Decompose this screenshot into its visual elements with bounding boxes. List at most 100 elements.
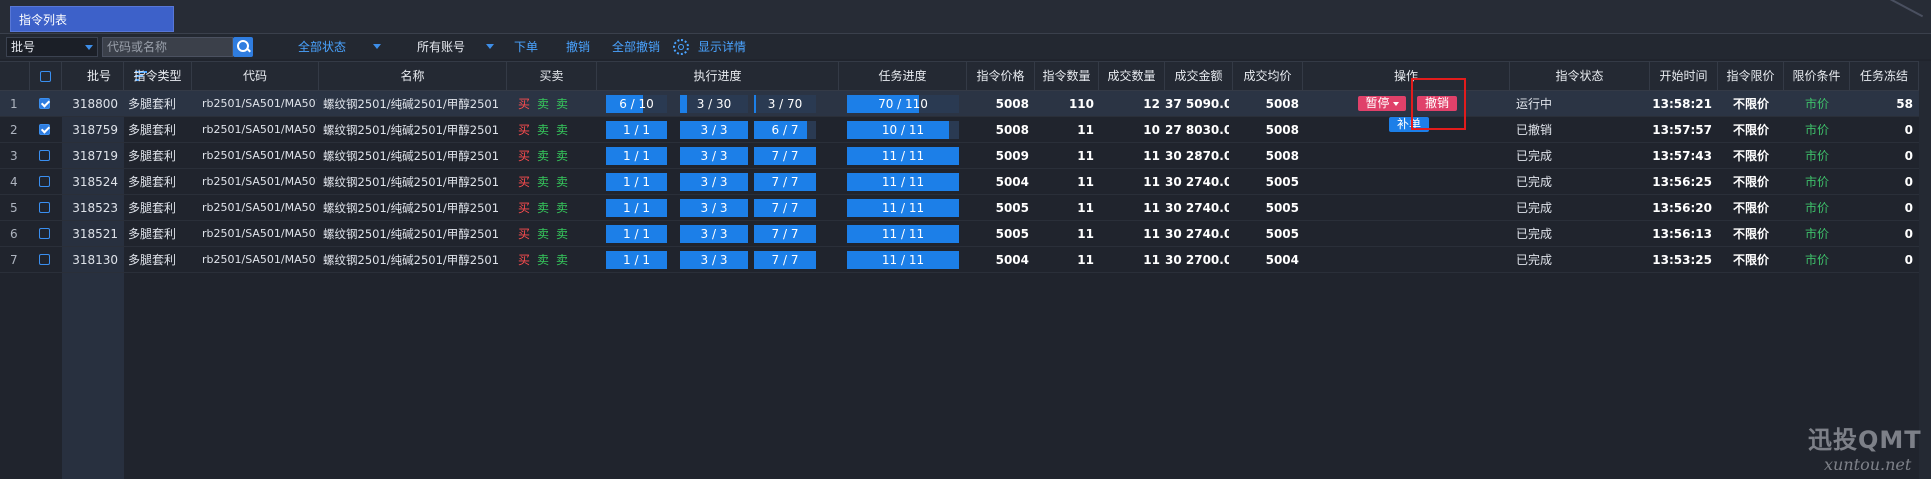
exec-progress-label: 1 / 1 <box>623 227 650 241</box>
tab-order-list[interactable]: 指令列表 <box>10 6 174 32</box>
row-checkbox[interactable] <box>39 150 50 161</box>
limit-price: 不限价 <box>1732 149 1769 163</box>
order-type: 多腿套利 <box>128 253 177 267</box>
filled-qty: 11 <box>1143 175 1160 189</box>
row-checkbox[interactable] <box>39 176 50 187</box>
order-table: 批号 指令类型 代码 名称 买卖 执行进度 任务进度 指令价格 指令数量 成交数… <box>0 61 1931 479</box>
cancel-button[interactable]: 撤销 <box>566 37 590 57</box>
table-row[interactable]: 6 318521 多腿套利 rb2501/SA501/MA501 螺纹钢2501/纯碱2… <box>0 221 1931 247</box>
filled-amount: 27 8030.0 <box>1165 123 1229 137</box>
account-filter-chevron-icon[interactable] <box>486 44 494 49</box>
search-button[interactable] <box>233 37 253 57</box>
scrollbar[interactable] <box>1919 61 1931 479</box>
cancel-all-button[interactable]: 全部撤销 <box>612 37 660 57</box>
row-checkbox[interactable] <box>39 254 50 265</box>
table-header: 批号 指令类型 代码 名称 买卖 执行进度 任务进度 指令价格 指令数量 成交数… <box>0 61 1931 92</box>
header-limit-condition[interactable]: 限价条件 <box>1784 62 1850 92</box>
header-order-type[interactable]: 指令类型 <box>124 62 192 92</box>
filled-qty: 11 <box>1143 253 1160 267</box>
table-row[interactable]: 5 318523 多腿套利 rb2501/SA501/MA501 螺纹钢2501/纯碱2… <box>0 195 1931 221</box>
exec-progress-bar: 1 / 1 <box>606 147 667 165</box>
order-status: 已完成 <box>1516 175 1553 189</box>
exec-progress-label: 6 / 7 <box>771 123 799 137</box>
start-time: 13:56:25 <box>1652 175 1712 189</box>
filled-avg: 5005 <box>1265 201 1299 215</box>
filled-avg: 5005 <box>1265 227 1299 241</box>
header-filled-avg[interactable]: 成交均价 <box>1233 62 1303 92</box>
table-row[interactable]: 7 318130 多腿套利 rb2501/SA501/MA501 螺纹钢2501/纯碱2… <box>0 247 1931 273</box>
header-order-status[interactable]: 指令状态 <box>1510 62 1650 92</box>
limit-price: 不限价 <box>1732 201 1769 215</box>
row-checkbox[interactable] <box>39 124 50 135</box>
header-exec-progress[interactable]: 执行进度 <box>597 62 839 92</box>
header-start-time[interactable]: 开始时间 <box>1650 62 1718 92</box>
table-row[interactable]: 1 318800 多腿套利 rb2501/SA501/MA501 螺纹钢2501/纯碱2… <box>0 91 1931 117</box>
header-filled-amount[interactable]: 成交金额 <box>1165 62 1233 92</box>
header-actions[interactable]: 操作 <box>1303 62 1510 92</box>
exec-progress-bar: 7 / 7 <box>754 225 816 243</box>
search-input[interactable]: 代码或名称 <box>102 37 233 57</box>
exec-progress-label: 3 / 70 <box>767 97 803 111</box>
exec-progress-bar: 7 / 7 <box>754 251 816 269</box>
table-row[interactable]: 3 318719 多腿套利 rb2501/SA501/MA501 螺纹钢2501/纯碱2… <box>0 143 1931 169</box>
header-index <box>0 62 30 92</box>
limit-price: 不限价 <box>1732 97 1769 111</box>
select-all-checkbox[interactable] <box>40 71 51 82</box>
header-order-price[interactable]: 指令价格 <box>967 62 1035 92</box>
exec-progress-label: 1 / 1 <box>623 175 650 189</box>
show-details-button[interactable]: 显示详情 <box>698 37 746 57</box>
instrument-name: 螺纹钢2501/纯碱2501/甲醇2501 <box>323 149 500 163</box>
task-progress-label: 11 / 11 <box>881 175 925 189</box>
leg-1-direction: 买 <box>518 227 531 241</box>
row-index: 5 <box>10 201 18 215</box>
header-batch[interactable]: 批号 <box>62 62 147 92</box>
order-button[interactable]: 下单 <box>514 37 538 57</box>
instrument-name: 螺纹钢2501/纯碱2501/甲醇2501 <box>323 97 500 111</box>
row-index: 4 <box>10 175 18 189</box>
header-name[interactable]: 名称 <box>319 62 507 92</box>
header-buy-sell[interactable]: 买卖 <box>507 62 597 92</box>
header-order-qty[interactable]: 指令数量 <box>1035 62 1099 92</box>
leg-2-direction: 卖 <box>537 175 550 189</box>
task-progress-bar: 11 / 11 <box>847 173 959 191</box>
order-price: 5009 <box>995 149 1029 163</box>
task-progress-label: 11 / 11 <box>881 201 925 215</box>
leg-2-direction: 卖 <box>537 253 550 267</box>
exec-progress-label: 1 / 1 <box>623 201 650 215</box>
leg-3-direction: 卖 <box>556 97 569 111</box>
filled-amount: 30 2740.0 <box>1165 201 1229 215</box>
chevron-down-icon[interactable] <box>1392 101 1399 106</box>
table-row[interactable]: 4 318524 多腿套利 rb2501/SA501/MA501 螺纹钢2501/纯碱2… <box>0 169 1931 195</box>
task-frozen: 0 <box>1904 123 1913 137</box>
limit-condition: 市价 <box>1804 253 1829 267</box>
order-status: 已完成 <box>1516 201 1553 215</box>
start-time: 13:57:43 <box>1652 149 1712 163</box>
header-code[interactable]: 代码 <box>192 62 319 92</box>
batch-number: 318800 <box>72 97 118 111</box>
filled-qty: 11 <box>1143 201 1160 215</box>
row-checkbox[interactable] <box>39 228 50 239</box>
gear-icon[interactable] <box>673 39 689 55</box>
header-task-frozen[interactable]: 任务冻结 <box>1850 62 1919 92</box>
start-time: 13:53:25 <box>1652 253 1712 267</box>
status-filter-chevron-icon[interactable] <box>373 44 381 49</box>
table-row[interactable]: 2 318759 多腿套利 rb2501/SA501/MA501 螺纹钢2501/纯碱2… <box>0 117 1931 143</box>
field-select[interactable]: 批号 <box>6 37 98 57</box>
header-checkbox-cell <box>30 62 62 92</box>
filled-avg: 5008 <box>1265 149 1299 163</box>
header-limit-price[interactable]: 指令限价 <box>1718 62 1784 92</box>
row-checkbox[interactable] <box>39 98 50 109</box>
task-progress-bar: 11 / 11 <box>847 225 959 243</box>
chevron-down-icon <box>85 45 93 50</box>
status-filter[interactable]: 全部状态 <box>298 37 346 57</box>
account-filter[interactable]: 所有账号 <box>417 37 465 57</box>
start-time: 13:56:13 <box>1652 227 1712 241</box>
header-task-progress[interactable]: 任务进度 <box>839 62 967 92</box>
task-frozen: 0 <box>1904 175 1913 189</box>
order-type: 多腿套利 <box>128 175 177 189</box>
row-checkbox[interactable] <box>39 202 50 213</box>
exec-progress-bar: 3 / 30 <box>680 95 748 113</box>
header-filled-qty[interactable]: 成交数量 <box>1099 62 1165 92</box>
pause-button[interactable]: 暂停 <box>1358 96 1406 111</box>
limit-condition: 市价 <box>1804 201 1829 215</box>
